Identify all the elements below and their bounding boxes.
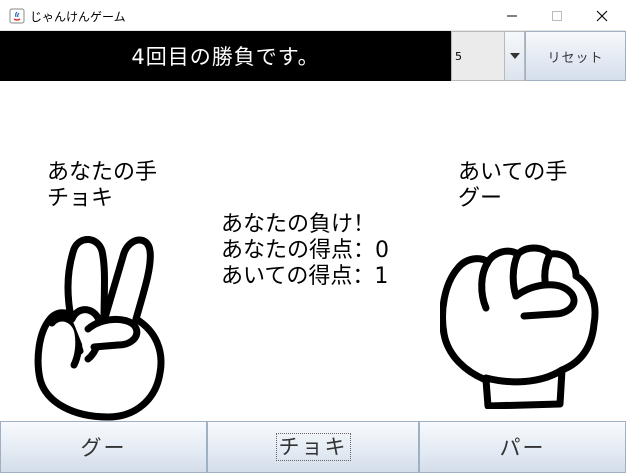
opponent-hand-heading: あいての手 (458, 160, 568, 185)
paper-button-label: パー (499, 436, 546, 460)
round-count-select[interactable]: 5 (451, 31, 525, 81)
close-icon (596, 10, 608, 21)
rock-button-label: グー (80, 436, 127, 460)
chevron-down-icon (509, 53, 520, 59)
result-outcome: あなたの負け！ (221, 212, 376, 237)
scissors-hand-icon (34, 236, 165, 421)
fist-hand-icon (440, 244, 599, 409)
java-app-icon (9, 8, 25, 24)
player-score: あなたの得点：0 (221, 238, 389, 263)
maximize-button[interactable] (534, 0, 580, 31)
dropdown-arrow-button[interactable] (504, 32, 524, 80)
maximize-icon (552, 10, 562, 21)
minimize-icon (507, 15, 517, 16)
window-title: じゃんけんゲーム (30, 10, 126, 24)
minimize-button[interactable] (489, 0, 535, 31)
reset-button[interactable]: リセット (525, 31, 626, 81)
player-hand-heading: あなたの手 (47, 160, 158, 185)
round-count-value: 5 (455, 50, 462, 63)
round-message: 4回目の勝負です。 (0, 31, 451, 81)
paper-button[interactable]: パー (419, 421, 626, 473)
opponent-hand-name: グー (458, 186, 503, 211)
rock-button[interactable]: グー (0, 421, 207, 473)
title-bar: じゃんけんゲーム (0, 0, 626, 31)
close-button[interactable] (579, 0, 625, 31)
scissors-button-label: チョキ (275, 433, 351, 461)
opponent-score: あいての得点：1 (221, 264, 389, 289)
scissors-button[interactable]: チョキ (207, 421, 419, 473)
player-hand-name: チョキ (47, 186, 114, 211)
